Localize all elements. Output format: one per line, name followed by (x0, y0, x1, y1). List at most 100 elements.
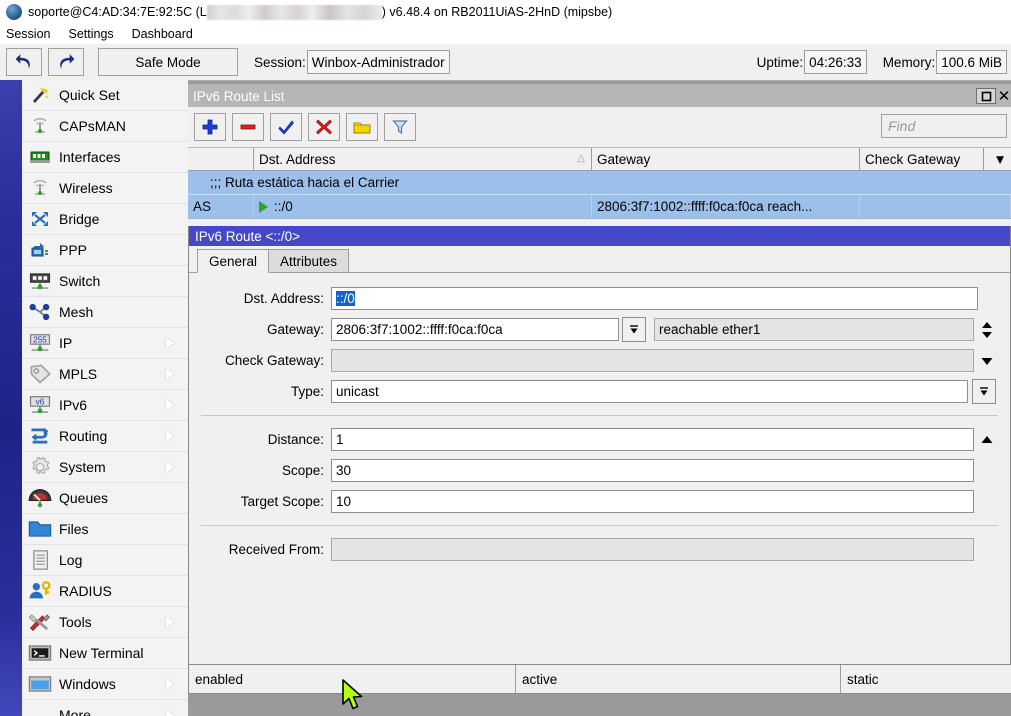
memory-value: 100.6 MiB (936, 50, 1007, 74)
menu-dashboard[interactable]: Dashboard (123, 27, 202, 41)
sidebar-label: Windows (59, 676, 166, 692)
sidebar-item-tools[interactable]: Tools (22, 607, 188, 638)
close-icon[interactable]: ✕ (997, 87, 1011, 105)
sidebar-label: Interfaces (59, 149, 188, 165)
gear-icon (27, 456, 53, 478)
svg-text:255: 255 (33, 335, 47, 344)
sidebar-item-mpls[interactable]: MPLS (22, 359, 188, 390)
bridge-arrows-icon (27, 208, 53, 230)
sidebar-item-more[interactable]: More (22, 700, 188, 716)
redo-button[interactable] (48, 48, 84, 76)
chevron-right-icon (166, 709, 174, 716)
winbox-app: soporte@C4:AD:34:7E:92:5C (L ) v6.48.4 o… (0, 0, 1011, 716)
gateway-dropdown-button[interactable] (622, 317, 646, 342)
sidebar-item-interfaces[interactable]: Interfaces (22, 142, 188, 173)
dialog-tabs: General Attributes (189, 246, 1010, 273)
sidebar-item-log[interactable]: Log (22, 545, 188, 576)
menubar: Session Settings Dashboard (0, 24, 1011, 44)
tools-icon (27, 611, 53, 633)
check-gateway-input[interactable] (331, 349, 974, 372)
field-row-target-scope: Target Scope: 10 (199, 488, 1000, 515)
sidebar-label: RADIUS (59, 583, 188, 599)
distance-input[interactable]: 1 (331, 428, 974, 451)
session-value[interactable]: Winbox-Administrador (307, 50, 450, 74)
menu-settings[interactable]: Settings (59, 27, 122, 41)
sidebar-item-queues[interactable]: Queues (22, 483, 188, 514)
gateway-input[interactable]: 2806:3f7:1002::ffff:f0ca:f0ca (331, 318, 619, 341)
sidebar-item-new-terminal[interactable]: New Terminal (22, 638, 188, 669)
menu-session[interactable]: Session (0, 27, 59, 41)
gateway-updown-spinner[interactable] (974, 320, 1000, 340)
dst-address-input[interactable]: ::/0 (331, 287, 978, 310)
field-row-scope: Scope: 30 (199, 457, 1000, 484)
filter-button[interactable] (384, 113, 416, 141)
column-options-button[interactable]: ▼ (984, 148, 1011, 170)
cell-flags: AS (188, 195, 254, 218)
column-gateway[interactable]: Gateway (592, 148, 860, 170)
sidebar-item-mesh[interactable]: Mesh (22, 297, 188, 328)
scope-input[interactable]: 30 (331, 459, 974, 482)
route-list-title: IPv6 Route List (193, 89, 285, 104)
route-list-titlebar: IPv6 Route List ✕ (188, 85, 1011, 107)
dialog-statusbar: enabled active static (189, 664, 1011, 693)
sidebar-item-bridge[interactable]: Bridge (22, 204, 188, 235)
chevron-up-icon (980, 434, 994, 446)
sidebar-item-ppp[interactable]: PPP (22, 235, 188, 266)
sidebar-item-switch[interactable]: Switch (22, 266, 188, 297)
field-row-dst-address: Dst. Address: ::/0 (199, 285, 1000, 312)
svg-text:v6: v6 (36, 397, 45, 406)
sidebar-item-ip[interactable]: 255 IP (22, 328, 188, 359)
field-row-type: Type: unicast (199, 378, 1000, 405)
safe-mode-button[interactable]: Safe Mode (98, 48, 238, 76)
column-check-gateway[interactable]: Check Gateway (860, 148, 984, 170)
sidebar-item-wireless[interactable]: Wireless (22, 173, 188, 204)
distance-label: Distance: (199, 432, 331, 447)
add-route-button[interactable] (194, 113, 226, 141)
antenna-icon (27, 177, 53, 199)
dialog-titlebar: IPv6 Route <::/0> (189, 226, 1010, 246)
target-scope-input[interactable]: 10 (331, 490, 974, 513)
type-input[interactable]: unicast (331, 380, 968, 403)
sidebar-item-quick-set[interactable]: Quick Set (22, 80, 188, 111)
sidebar-item-capsman[interactable]: CAPsMAN (22, 111, 188, 142)
find-input[interactable]: Find (881, 114, 1007, 138)
sidebar-label: CAPsMAN (59, 118, 188, 134)
sidebar-brand-strip: RouterOS WinBox (0, 80, 22, 716)
comment-button[interactable] (346, 113, 378, 141)
dst-address-label: Dst. Address: (199, 291, 331, 306)
sidebar-menu-list: Quick Set CAPsMAN (22, 80, 188, 716)
tab-general[interactable]: General (197, 249, 269, 273)
sidebar-item-ipv6[interactable]: v6 IPv6 (22, 390, 188, 421)
titlebar-version-device: ) v6.48.4 on RB2011UiAS-2HnD (mipsbe) (382, 5, 612, 19)
disable-route-button[interactable] (308, 113, 340, 141)
sidebar-item-system[interactable]: System (22, 452, 188, 483)
check-gateway-dropdown-icon[interactable] (974, 355, 1000, 367)
sidebar-item-windows[interactable]: Windows (22, 669, 188, 700)
window-icon (27, 673, 53, 695)
sidebar-item-files[interactable]: Files (22, 514, 188, 545)
cross-icon (316, 119, 332, 135)
route-table-header: Dst. Address △ Gateway Check Gateway ▼ (188, 148, 1011, 171)
sidebar-item-radius[interactable]: RADIUS (22, 576, 188, 607)
sidebar-item-routing[interactable]: Routing (22, 421, 188, 452)
remove-route-button[interactable] (232, 113, 264, 141)
column-flags[interactable] (188, 148, 254, 170)
sidebar-label: More (22, 707, 166, 716)
magic-wand-icon (27, 84, 53, 106)
sidebar-label: Tools (59, 614, 166, 630)
sidebar-label: PPP (59, 242, 188, 258)
chevron-right-icon (166, 337, 174, 349)
undo-button[interactable] (6, 48, 42, 76)
field-row-check-gateway: Check Gateway: (199, 347, 1000, 374)
type-dropdown-button[interactable] (972, 379, 996, 404)
table-row[interactable]: AS ::/0 2806:3f7:1002::ffff:f0ca:f0ca re… (188, 195, 1011, 219)
enable-route-button[interactable] (270, 113, 302, 141)
undo-arrow-icon (15, 54, 33, 70)
window-controls: ✕ (976, 87, 1011, 105)
table-row-comment[interactable]: ;;; Ruta estática hacia el Carrier (188, 171, 1011, 195)
maximize-icon[interactable] (976, 88, 996, 104)
column-dst-address[interactable]: Dst. Address △ (254, 148, 592, 170)
tab-attributes[interactable]: Attributes (268, 249, 349, 272)
column-label: Dst. Address (259, 152, 336, 167)
distance-spinner-icon[interactable] (974, 434, 1000, 446)
